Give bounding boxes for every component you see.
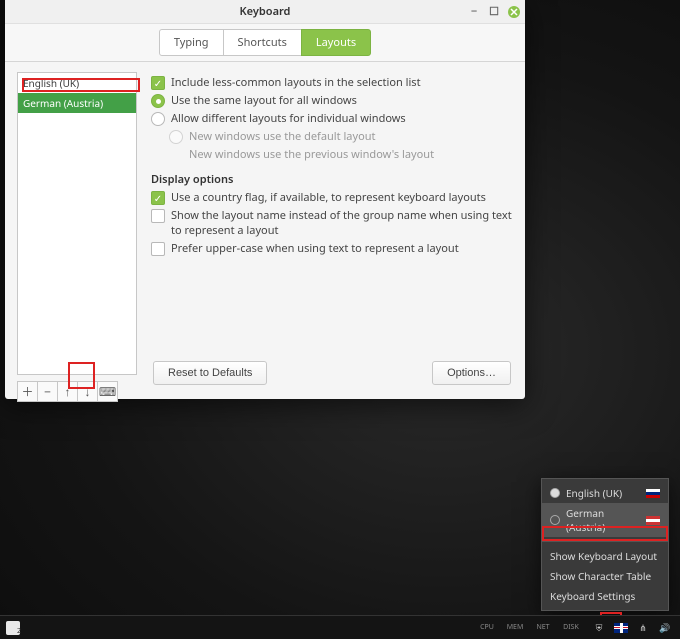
show-layout-name-label: Show the layout name instead of the grou…	[171, 208, 513, 238]
flag-uk-icon	[646, 489, 660, 498]
layout-panel: English (UK) German (Austria) ＋ − ↑ ↓ ⌨	[17, 72, 137, 402]
tab-layouts[interactable]: Layouts	[301, 29, 371, 56]
preview-layout-button[interactable]: ⌨	[97, 381, 118, 402]
tab-typing[interactable]: Typing	[159, 29, 224, 56]
reset-defaults-button[interactable]: Reset to Defaults	[153, 361, 267, 385]
layout-toolbar: ＋ − ↑ ↓ ⌨	[17, 381, 137, 402]
same-layout-all-windows-label: Use the same layout for all windows	[171, 93, 357, 108]
layout-item-english-uk[interactable]: English (UK)	[18, 73, 136, 93]
menu-separator	[542, 541, 668, 542]
tray-layout-english-uk[interactable]: English (UK)	[542, 483, 668, 503]
tray-show-character-table[interactable]: Show Character Table	[542, 566, 668, 586]
layout-list[interactable]: English (UK) German (Austria)	[17, 72, 137, 375]
same-layout-all-windows-radio[interactable]	[151, 94, 165, 108]
radio-on-icon	[550, 488, 560, 498]
disk-monitor[interactable]: DISK	[558, 623, 584, 632]
keyboard-tray-menu: English (UK) German (Austria) Show Keybo…	[541, 478, 669, 611]
layout-item-german-austria[interactable]: German (Austria)	[18, 93, 136, 113]
include-less-common-checkbox[interactable]	[151, 76, 165, 90]
window-titlebar[interactable]: Keyboard − ☐	[5, 0, 525, 24]
new-windows-previous-label: New windows use the previous window's la…	[189, 147, 434, 162]
new-windows-default-radio	[169, 130, 183, 144]
move-up-button[interactable]: ↑	[57, 381, 78, 402]
show-layout-name-checkbox[interactable]	[151, 209, 165, 223]
tray-layout-german-austria[interactable]: German (Austria)	[542, 503, 668, 537]
tray-keyboard-settings[interactable]: Keyboard Settings	[542, 586, 668, 606]
display-options-heading: Display options	[151, 172, 513, 187]
prefer-uppercase-label: Prefer upper-case when using text to rep…	[171, 241, 459, 256]
prefer-uppercase-checkbox[interactable]	[151, 242, 165, 256]
diff-per-window-label: Allow different layouts for individual w…	[171, 111, 406, 126]
tab-bar: Typing Shortcuts Layouts	[5, 24, 525, 62]
system-monitors[interactable]: CPU MEM NET DISK	[474, 623, 584, 632]
flag-at-icon	[646, 516, 660, 525]
window-close-button[interactable]	[505, 4, 523, 20]
keyboard-layout-tray-icon[interactable]	[614, 621, 628, 635]
tab-shortcuts[interactable]: Shortcuts	[223, 29, 302, 56]
new-windows-default-label: New windows use the default layout	[189, 129, 376, 144]
layout-options-panel: Include less-common layouts in the selec…	[137, 72, 513, 402]
add-layout-button[interactable]: ＋	[17, 381, 38, 402]
start-menu-button[interactable]	[6, 621, 20, 635]
tray-show-keyboard-layout[interactable]: Show Keyboard Layout	[542, 546, 668, 566]
remove-layout-button[interactable]: −	[37, 381, 58, 402]
mem-monitor[interactable]: MEM	[502, 623, 528, 632]
options-button[interactable]: Options…	[432, 361, 511, 385]
use-flag-label: Use a country flag, if available, to rep…	[171, 190, 486, 205]
move-down-button[interactable]: ↓	[77, 381, 98, 402]
volume-tray-icon[interactable]: 🔊	[658, 621, 672, 635]
window-minimize-button[interactable]: −	[465, 4, 483, 20]
net-monitor[interactable]: NET	[530, 623, 556, 632]
cpu-monitor[interactable]: CPU	[474, 623, 500, 632]
keyboard-settings-window: Keyboard − ☐ Typing Shortcuts Layouts En…	[5, 0, 525, 399]
include-less-common-label: Include less-common layouts in the selec…	[171, 75, 421, 90]
radio-off-icon	[550, 515, 560, 525]
window-title: Keyboard	[240, 4, 291, 19]
shield-tray-icon[interactable]: ⛨	[592, 621, 606, 635]
taskbar: CPU MEM NET DISK ⛨ ⋔ 🔊	[0, 615, 680, 639]
network-tray-icon[interactable]: ⋔	[636, 621, 650, 635]
diff-per-window-radio[interactable]	[151, 112, 165, 126]
use-flag-checkbox[interactable]	[151, 191, 165, 205]
window-maximize-button[interactable]: ☐	[485, 4, 503, 20]
